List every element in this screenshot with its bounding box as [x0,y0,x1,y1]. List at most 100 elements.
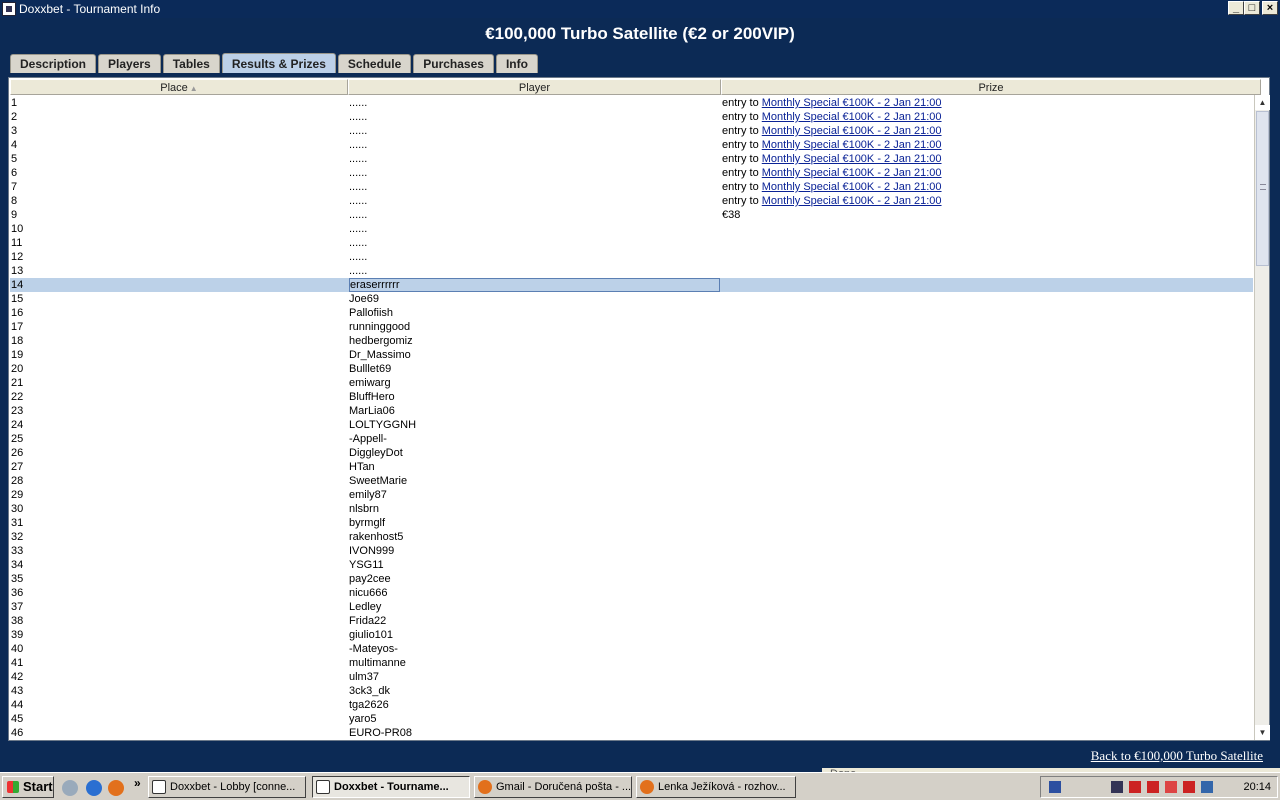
prize-tournament-link[interactable]: Monthly Special €100K - 2 Jan 21:00 [762,167,942,179]
firefox-icon[interactable] [108,780,124,796]
table-row[interactable]: 41 multimanne [10,656,1253,670]
table-row[interactable]: 3...... entry to Monthly Special €100K - … [10,124,1253,138]
tab-tables[interactable]: Tables [162,54,220,73]
start-button[interactable]: Start [2,776,54,798]
table-row[interactable]: 23 MarLia06 [10,404,1253,418]
table-row[interactable]: 32 rakenhost5 [10,530,1253,544]
table-row[interactable]: 9...... €38 [10,208,1253,222]
tray-app-icon[interactable] [1183,781,1195,793]
table-row[interactable]: 6...... entry to Monthly Special €100K - … [10,166,1253,180]
table-row[interactable]: 30 nlsbrn [10,502,1253,516]
table-row[interactable]: 33 IVON999 [10,544,1253,558]
maximize-button[interactable]: □ [1244,1,1260,15]
tab-players[interactable]: Players [98,54,161,73]
network-icon[interactable] [62,780,78,796]
cell-player: ...... [349,139,368,151]
table-row[interactable]: 46 EURO-PR08 [10,726,1253,740]
tray-app-icon[interactable] [1129,781,1141,793]
table-row[interactable]: 31 byrmglf [10,516,1253,530]
table-row[interactable]: 29 emily87 [10,488,1253,502]
table-row[interactable]: 40 -Mateyos- [10,642,1253,656]
prize-tournament-link[interactable]: Monthly Special €100K - 2 Jan 21:00 [762,97,942,109]
tab-info[interactable]: Info [495,54,538,73]
table-row[interactable]: 28 SweetMarie [10,474,1253,488]
scroll-up-button[interactable]: ▲ [1255,95,1270,110]
quicklaunch-more-icon[interactable]: » [134,776,141,790]
cell-place: 24 [11,419,24,431]
cell-player: ...... [349,265,368,277]
table-row[interactable]: 22 BluffHero [10,390,1253,404]
table-row[interactable]: 24 LOLTYGGNH [10,418,1253,432]
window-title-bar[interactable]: Doxxbet - Tournament Info _ □ × [0,0,1280,18]
cell-player: ...... [349,251,368,263]
tab-description[interactable]: Description [10,54,97,73]
column-header-prize[interactable]: Prize [721,79,1261,95]
table-row[interactable]: 42 ulm37 [10,670,1253,684]
prize-tournament-link[interactable]: Monthly Special €100K - 2 Jan 21:00 [762,125,942,137]
table-row[interactable]: 20 Bulllet69 [10,362,1253,376]
firefox-icon [478,780,492,794]
table-row[interactable]: 43 3ck3_dk [10,684,1253,698]
cell-prize: entry to Monthly Special €100K - 2 Jan 2… [722,166,942,180]
table-row[interactable]: 4...... entry to Monthly Special €100K - … [10,138,1253,152]
table-row[interactable]: 14 eraserrrrrr [10,278,1253,292]
vertical-scrollbar[interactable]: ▲ ▼ [1254,95,1270,740]
table-row[interactable]: 25 -Appell- [10,432,1253,446]
table-row[interactable]: 26 DiggleyDot [10,446,1253,460]
taskbar-button-tournament[interactable]: Doxxbet - Tourname... [312,776,470,798]
cell-place: 28 [11,475,24,487]
table-row[interactable]: 1...... entry to Monthly Special €100K - … [10,96,1253,110]
tab-results-prizes[interactable]: Results & Prizes [221,53,336,73]
table-row[interactable]: 44 tga2626 [10,698,1253,712]
table-row[interactable]: 7...... entry to Monthly Special €100K - … [10,180,1253,194]
table-row[interactable]: 45 yaro5 [10,712,1253,726]
prize-tournament-link[interactable]: Monthly Special €100K - 2 Jan 21:00 [762,195,942,207]
language-icon[interactable] [1049,781,1061,793]
prize-tournament-link[interactable]: Monthly Special €100K - 2 Jan 21:00 [762,111,942,123]
column-header-player[interactable]: Player [348,79,721,95]
tab-schedule[interactable]: Schedule [337,54,412,73]
table-row[interactable]: 12...... [10,250,1253,264]
cell-place: 20 [11,363,24,375]
table-row[interactable]: 2...... entry to Monthly Special €100K - … [10,110,1253,124]
cell-place: 32 [11,531,24,543]
tab-purchases[interactable]: Purchases [413,54,494,73]
table-row[interactable]: 16 Pallofiish [10,306,1253,320]
table-row[interactable]: 13...... [10,264,1253,278]
table-row[interactable]: 36 nicu666 [10,586,1253,600]
cell-place: 10 [11,223,24,235]
table-row[interactable]: 10...... [10,222,1253,236]
taskbar-button-lobby[interactable]: Doxxbet - Lobby [conne... [148,776,306,798]
table-row[interactable]: 19 Dr_Massimo [10,348,1253,362]
cell-place: 41 [11,657,24,669]
scrollbar-thumb[interactable] [1256,111,1269,266]
table-row[interactable]: 18 hedbergomiz [10,334,1253,348]
tray-app-icon[interactable] [1147,781,1159,793]
table-row[interactable]: 38 Frida22 [10,614,1253,628]
table-row[interactable]: 11...... [10,236,1253,250]
internet-explorer-icon[interactable] [86,780,102,796]
table-row[interactable]: 15 Joe69 [10,292,1253,306]
table-row[interactable]: 34 YSG11 [10,558,1253,572]
table-row[interactable]: 37 Ledley [10,600,1253,614]
table-row[interactable]: 21 emiwarg [10,376,1253,390]
prize-tournament-link[interactable]: Monthly Special €100K - 2 Jan 21:00 [762,153,942,165]
tray-app-icon[interactable] [1201,781,1213,793]
tray-app-icon[interactable] [1111,781,1123,793]
tray-app-icon[interactable] [1165,781,1177,793]
table-row[interactable]: 5...... entry to Monthly Special €100K - … [10,152,1253,166]
column-header-place[interactable]: Place ▲ [10,79,348,95]
minimize-button[interactable]: _ [1228,1,1244,15]
table-row[interactable]: 27 HTan [10,460,1253,474]
taskbar-button-gmail[interactable]: Gmail - Doručená pošta - ... [474,776,632,798]
table-row[interactable]: 39 giulio101 [10,628,1253,642]
back-to-tournament-link[interactable]: Back to €100,000 Turbo Satellite [1091,748,1263,764]
table-row[interactable]: 8...... entry to Monthly Special €100K - … [10,194,1253,208]
scroll-down-button[interactable]: ▼ [1255,725,1270,740]
prize-tournament-link[interactable]: Monthly Special €100K - 2 Jan 21:00 [762,139,942,151]
taskbar-button-browser[interactable]: Lenka Ježíková - rozhov... [636,776,796,798]
table-row[interactable]: 35 pay2cee [10,572,1253,586]
prize-tournament-link[interactable]: Monthly Special €100K - 2 Jan 21:00 [762,181,942,193]
table-row[interactable]: 17 runninggood [10,320,1253,334]
close-button[interactable]: × [1262,1,1278,15]
